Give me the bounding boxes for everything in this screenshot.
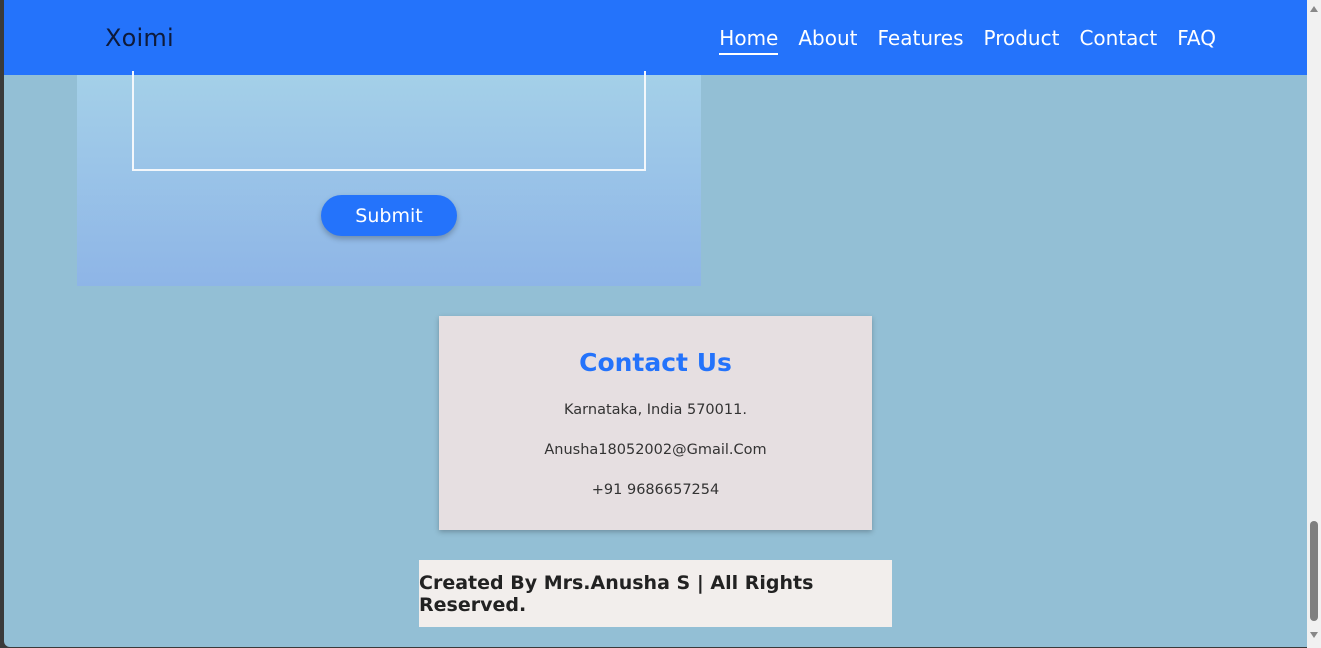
- nav-link-features[interactable]: Features: [878, 26, 964, 55]
- contact-form-panel: Submit: [77, 71, 701, 286]
- message-textarea[interactable]: [132, 71, 646, 171]
- nav-link-home[interactable]: Home: [719, 26, 779, 55]
- contact-email: Anusha18052002@Gmail.Com: [544, 442, 767, 458]
- nav-links: Home About Features Product Contact FAQ: [719, 26, 1216, 55]
- nav-link-product[interactable]: Product: [984, 26, 1060, 55]
- nav-link-contact[interactable]: Contact: [1079, 26, 1157, 55]
- nav-link-about[interactable]: About: [798, 26, 857, 55]
- nav-link-faq[interactable]: FAQ: [1177, 26, 1216, 55]
- contact-phone: +91 9686657254: [591, 482, 720, 498]
- footer: Created By Mrs.Anusha S | All Rights Res…: [419, 560, 892, 627]
- contact-title: Contact Us: [579, 348, 732, 377]
- vertical-scrollbar[interactable]: [1307, 0, 1321, 648]
- page-viewport: Xoimi Home About Features Product Contac…: [4, 0, 1307, 647]
- contact-card: Contact Us Karnataka, India 570011. Anus…: [439, 316, 872, 530]
- top-navbar: Xoimi Home About Features Product Contac…: [4, 0, 1307, 75]
- submit-button[interactable]: Submit: [321, 195, 457, 236]
- contact-address: Karnataka, India 570011.: [564, 402, 747, 418]
- footer-text: Created By Mrs.Anusha S | All Rights Res…: [419, 571, 814, 616]
- scroll-down-icon[interactable]: [1310, 632, 1318, 638]
- brand-logo[interactable]: Xoimi: [105, 24, 174, 52]
- scroll-up-icon[interactable]: [1310, 6, 1318, 12]
- scrollbar-thumb[interactable]: [1310, 521, 1318, 621]
